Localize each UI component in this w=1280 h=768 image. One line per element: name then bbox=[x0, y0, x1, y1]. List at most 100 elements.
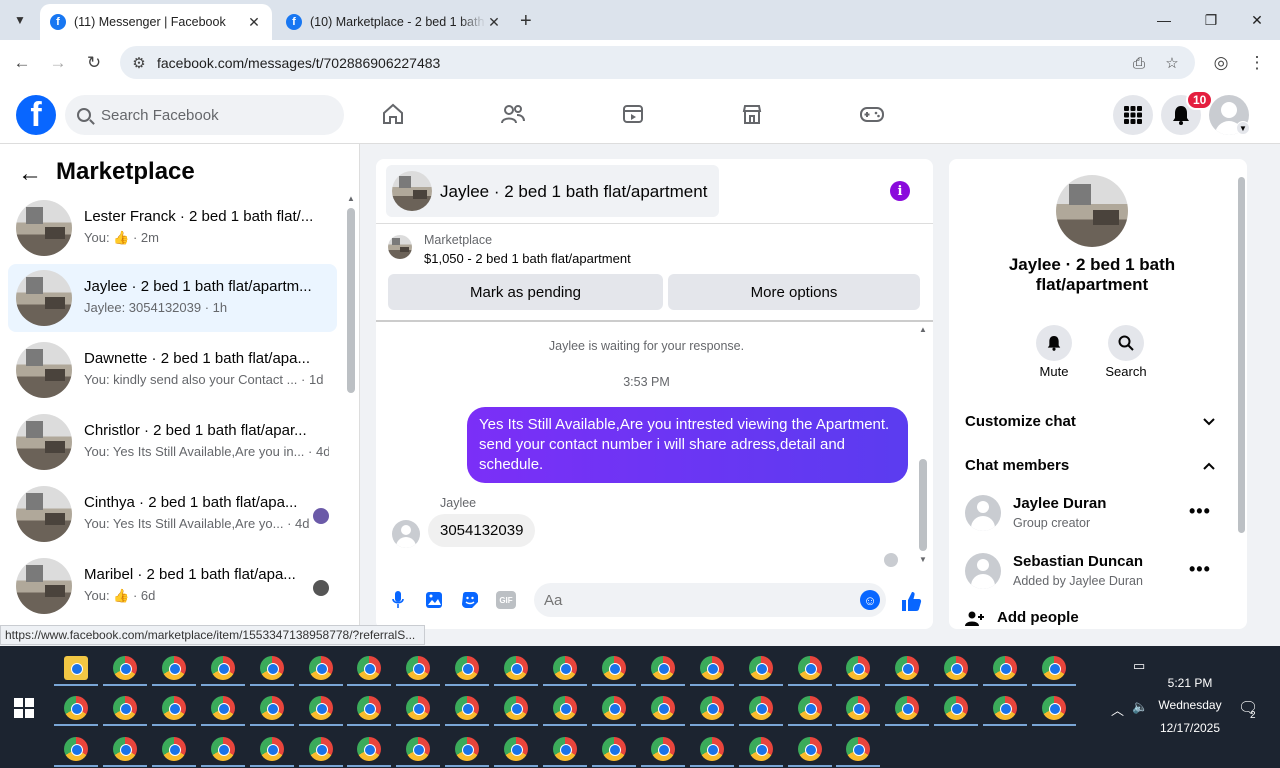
listing-price[interactable]: $1,050 - 2 bed 1 bath flat/apartment bbox=[424, 251, 631, 266]
chrome-window-icon[interactable] bbox=[357, 656, 382, 680]
chrome-window-icon[interactable] bbox=[895, 656, 920, 680]
back-arrow-icon[interactable]: ← bbox=[9, 50, 35, 76]
more-options-button[interactable]: More options bbox=[668, 274, 920, 310]
chrome-window-icon[interactable] bbox=[406, 696, 431, 720]
install-app-icon[interactable]: ⎙ bbox=[1128, 52, 1150, 74]
conversation-item[interactable]: Cinthya · 2 bed 1 bath flat/apa... You: … bbox=[8, 480, 337, 548]
chrome-window-icon[interactable] bbox=[210, 696, 235, 720]
back-arrow-icon[interactable]: ← bbox=[18, 160, 42, 188]
incoming-message-bubble[interactable]: 3054132039 bbox=[428, 514, 536, 547]
tab-search-chevron-icon[interactable]: ▼ bbox=[8, 8, 32, 32]
gaming-icon[interactable] bbox=[857, 99, 887, 129]
chrome-window-icon[interactable] bbox=[455, 737, 480, 761]
forward-arrow-icon[interactable]: → bbox=[45, 50, 71, 76]
mute-bell-icon[interactable] bbox=[1036, 325, 1072, 361]
chrome-window-icon[interactable] bbox=[504, 737, 529, 761]
tab-messenger[interactable]: f (11) Messenger | Facebook ✕ bbox=[40, 4, 272, 40]
chrome-window-icon[interactable] bbox=[210, 656, 235, 680]
show-hidden-icons-chevron-icon[interactable]: ︿ bbox=[1111, 700, 1124, 719]
photo-gallery-icon[interactable] bbox=[423, 589, 445, 611]
clock-time[interactable]: 5:21 PM bbox=[1160, 676, 1220, 690]
chrome-window-icon[interactable] bbox=[357, 696, 382, 720]
restore-window-icon[interactable]: ❐ bbox=[1196, 8, 1226, 32]
clock-date[interactable]: 12/17/2025 bbox=[1150, 721, 1230, 735]
url-text[interactable]: facebook.com/messages/t/702886906227483 bbox=[157, 55, 440, 71]
chrome-window-icon[interactable] bbox=[504, 656, 529, 680]
chrome-window-icon[interactable] bbox=[1042, 696, 1066, 720]
scrollbar-thumb[interactable] bbox=[347, 208, 355, 393]
emoji-icon[interactable]: ☺ bbox=[860, 590, 880, 610]
sender-avatar[interactable] bbox=[392, 520, 420, 548]
chrome-window-icon[interactable] bbox=[308, 656, 333, 680]
chrome-window-icon[interactable] bbox=[895, 696, 920, 720]
chrome-window-icon[interactable] bbox=[308, 696, 333, 720]
chrome-window-icon[interactable] bbox=[112, 737, 137, 761]
address-bar[interactable]: ⚙ facebook.com/messages/t/70288690622748… bbox=[120, 46, 1195, 79]
marketplace-icon[interactable] bbox=[737, 99, 767, 129]
close-tab-icon[interactable]: ✕ bbox=[486, 14, 502, 31]
chrome-window-icon[interactable] bbox=[259, 696, 284, 720]
chrome-window-icon[interactable] bbox=[993, 696, 1018, 720]
chrome-window-icon[interactable] bbox=[650, 737, 675, 761]
account-chevron-down-icon[interactable]: ▼ bbox=[1236, 121, 1250, 135]
conversation-item-selected[interactable]: Jaylee · 2 bed 1 bath flat/apartm... Jay… bbox=[8, 264, 337, 332]
clock-day[interactable]: Wednesday bbox=[1150, 698, 1230, 712]
chevron-up-icon[interactable] bbox=[1203, 458, 1215, 473]
chrome-window-icon[interactable] bbox=[406, 737, 431, 761]
chat-header[interactable]: Jaylee · 2 bed 1 bath flat/apartment bbox=[386, 165, 719, 217]
more-options-icon[interactable]: ••• bbox=[1189, 501, 1211, 522]
more-options-icon[interactable]: ••• bbox=[1189, 559, 1211, 580]
conversation-item[interactable]: Maribel · 2 bed 1 bath flat/apa... You: … bbox=[8, 552, 337, 620]
profile-icon[interactable]: ◎ bbox=[1208, 50, 1234, 76]
facebook-logo-icon[interactable]: f bbox=[16, 95, 56, 135]
new-tab-plus-icon[interactable]: + bbox=[520, 10, 532, 33]
bookmark-star-icon[interactable]: ☆ bbox=[1161, 52, 1183, 74]
scrollbar-thumb[interactable] bbox=[1238, 177, 1245, 533]
chrome-window-icon[interactable] bbox=[406, 656, 431, 680]
network-desktop-icon[interactable]: ▭ bbox=[1133, 658, 1145, 674]
add-person-icon[interactable] bbox=[965, 611, 985, 629]
chevron-down-icon[interactable] bbox=[1203, 414, 1215, 429]
chrome-window-icon[interactable] bbox=[797, 737, 822, 761]
member-avatar[interactable] bbox=[965, 553, 1001, 589]
chrome-window-icon[interactable] bbox=[504, 696, 529, 720]
message-input[interactable] bbox=[534, 583, 886, 617]
chrome-window-icon[interactable] bbox=[846, 737, 871, 761]
chrome-window-icon[interactable] bbox=[699, 737, 724, 761]
facebook-search-input[interactable]: Search Facebook bbox=[65, 95, 344, 135]
home-icon[interactable] bbox=[378, 99, 408, 129]
chrome-window-icon[interactable] bbox=[210, 737, 235, 761]
chat-members-section[interactable]: Chat members bbox=[965, 457, 1069, 474]
thumbs-up-like-icon[interactable] bbox=[899, 589, 923, 613]
menu-grid-icon[interactable] bbox=[1113, 95, 1153, 135]
chrome-window-icon[interactable] bbox=[259, 656, 284, 680]
video-icon[interactable] bbox=[618, 99, 648, 129]
add-people-button[interactable]: Add people bbox=[997, 609, 1079, 626]
chrome-window-icon[interactable] bbox=[748, 737, 773, 761]
chrome-window-icon[interactable] bbox=[553, 696, 577, 720]
scroll-up-arrow-icon[interactable]: ▲ bbox=[347, 194, 355, 203]
chrome-window-icon[interactable] bbox=[944, 656, 969, 680]
chrome-window-icon[interactable] bbox=[112, 656, 137, 680]
chrome-window-icon[interactable] bbox=[161, 696, 186, 720]
volume-icon[interactable]: 🔈 bbox=[1132, 699, 1148, 715]
chrome-window-icon[interactable] bbox=[161, 737, 186, 761]
close-window-icon[interactable]: ✕ bbox=[1242, 8, 1272, 32]
scroll-up-arrow-icon[interactable]: ▲ bbox=[919, 325, 927, 334]
chrome-window-icon[interactable] bbox=[601, 656, 626, 680]
chrome-window-icon[interactable] bbox=[846, 696, 871, 720]
chrome-window-icon[interactable] bbox=[553, 737, 577, 761]
conversation-item[interactable]: Lester Franck · 2 bed 1 bath flat/... Yo… bbox=[8, 194, 337, 262]
chrome-window-icon[interactable] bbox=[308, 737, 333, 761]
chrome-window-icon[interactable] bbox=[797, 656, 822, 680]
chrome-window-icon[interactable] bbox=[601, 737, 626, 761]
chrome-window-icon[interactable] bbox=[748, 656, 773, 680]
file-explorer-icon[interactable] bbox=[64, 656, 88, 680]
chrome-window-icon[interactable] bbox=[455, 656, 480, 680]
chrome-window-icon[interactable] bbox=[64, 737, 88, 761]
windows-start-icon[interactable] bbox=[14, 698, 34, 718]
chrome-window-icon[interactable] bbox=[748, 696, 773, 720]
chrome-window-icon[interactable] bbox=[650, 696, 675, 720]
member-avatar[interactable] bbox=[965, 495, 1001, 531]
chrome-window-icon[interactable] bbox=[455, 696, 480, 720]
